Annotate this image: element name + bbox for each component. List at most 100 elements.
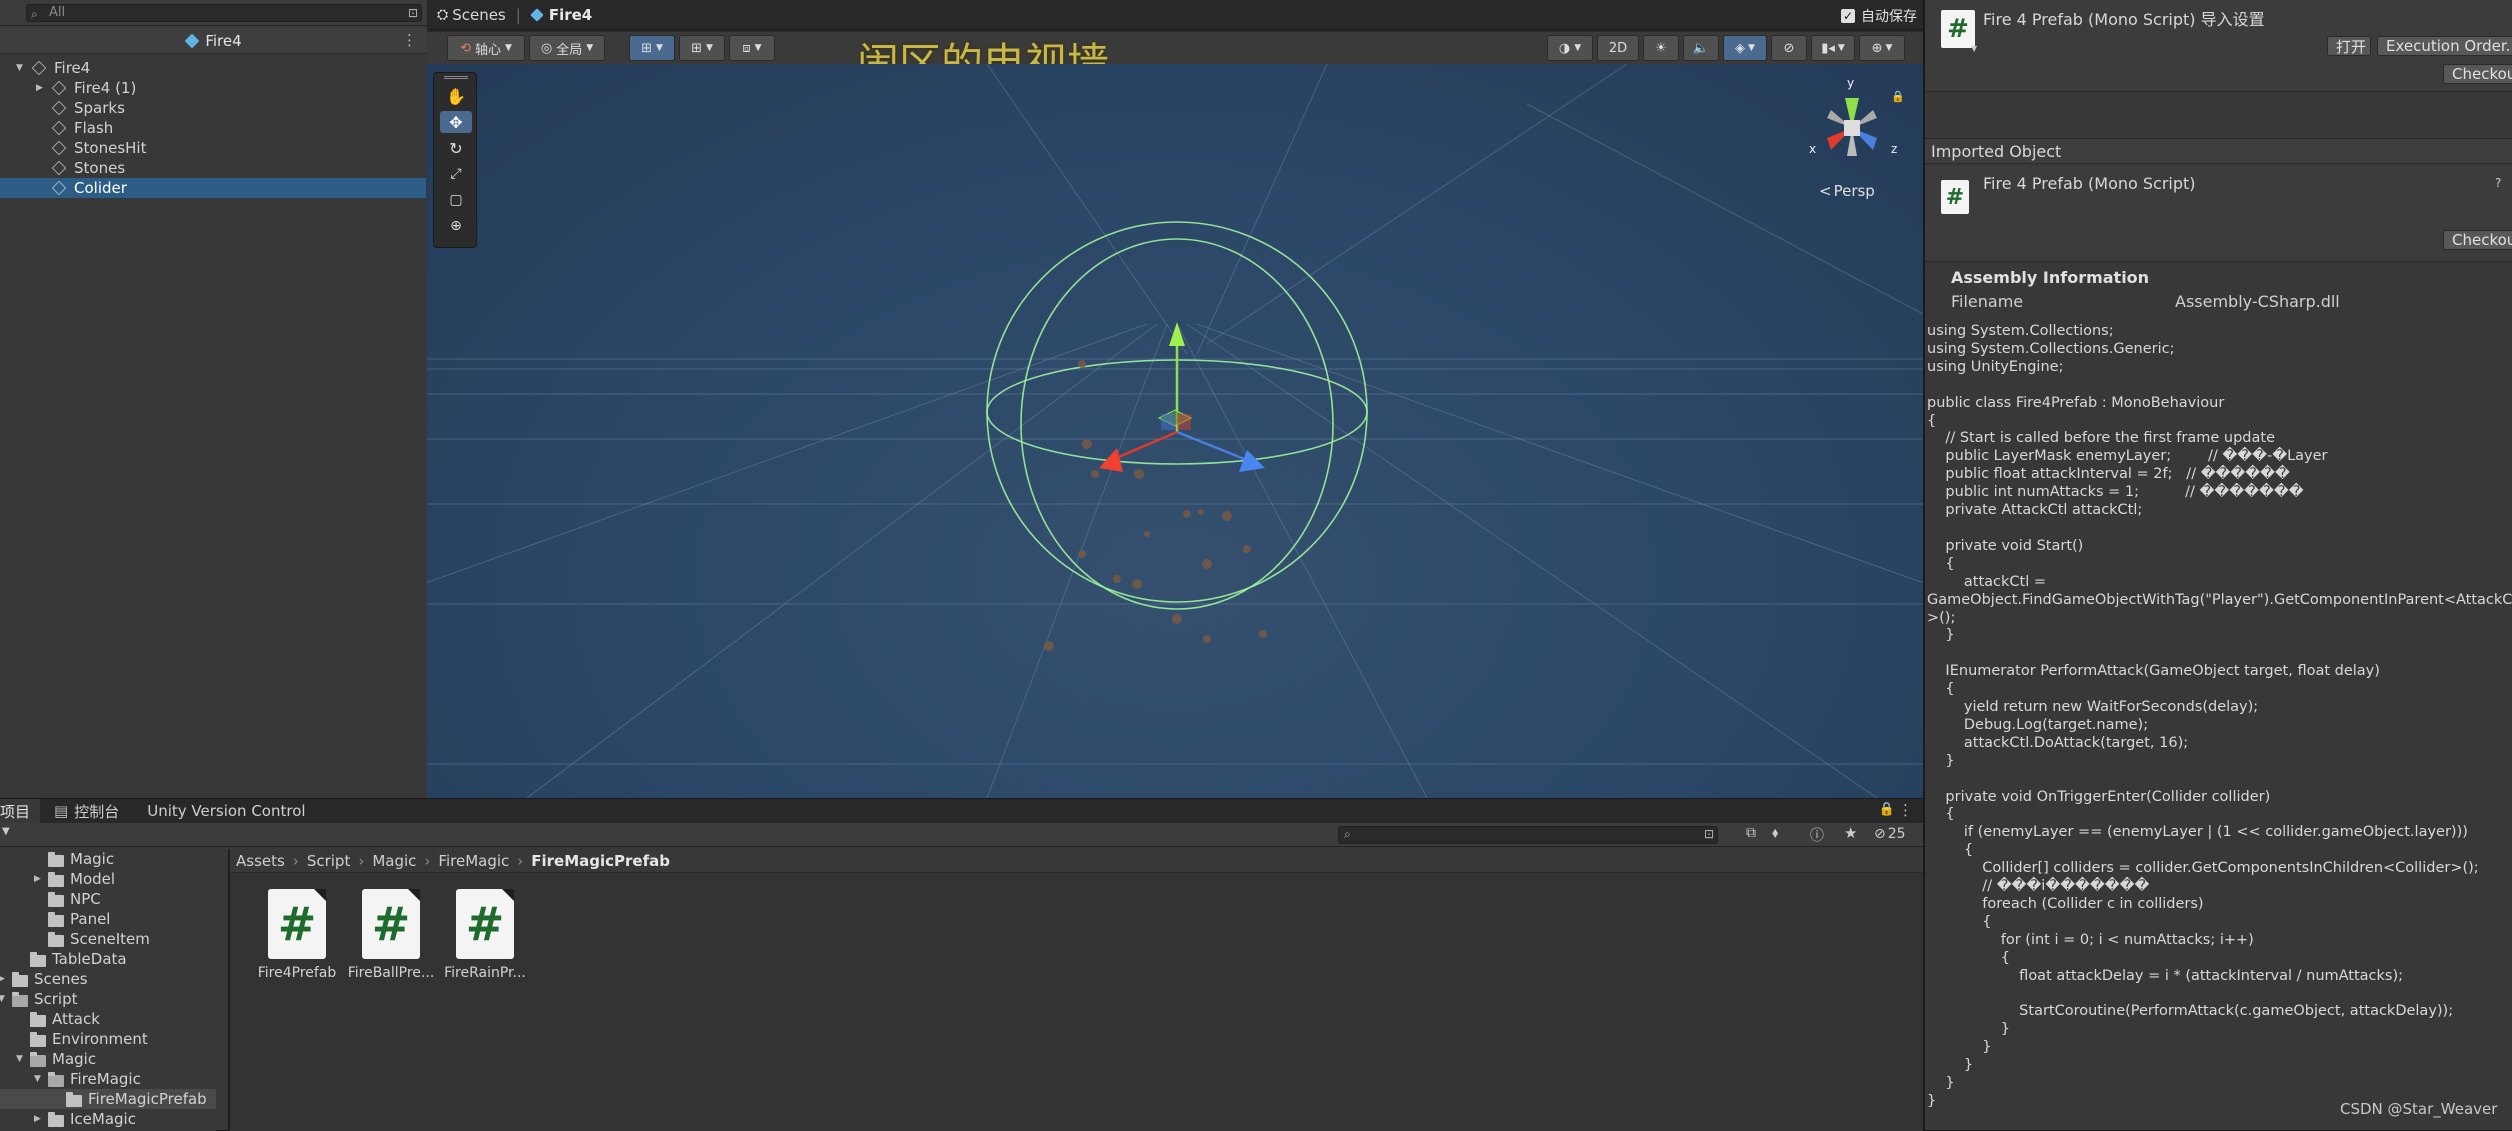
lighting-toggle[interactable]: ☀: [1643, 35, 1679, 61]
scene-visibility-toggle[interactable]: ⊘: [1771, 35, 1807, 61]
camera-dropdown[interactable]: ▮◂ ▼: [1811, 35, 1855, 61]
increment-snap-toggle[interactable]: ⧈ ▼: [729, 35, 775, 61]
chevron-right-icon[interactable]: ▶: [0, 974, 5, 984]
checkout-button[interactable]: Checkout: [2443, 230, 2512, 250]
move-tool-button[interactable]: ✥: [440, 111, 472, 133]
layers-icon: ◈: [1735, 40, 1746, 56]
grid-snap-toggle[interactable]: ⊞ ▼: [629, 35, 675, 61]
asset-item[interactable]: # FireRainPr...: [440, 889, 530, 981]
transform-tool-button[interactable]: ⊕: [440, 215, 472, 237]
folder-tree-item[interactable]: ▶ IceMagic: [0, 1109, 216, 1129]
folder-tree-item[interactable]: ▶ Scenes: [0, 969, 216, 989]
imported-object-section: # Fire 4 Prefab (Mono Script) ? Checkout: [1925, 166, 2512, 262]
hierarchy-search-input[interactable]: ⌕ All ⊡: [26, 4, 422, 22]
filter-by-type-icon[interactable]: ⧉: [1746, 825, 1756, 841]
persp-arrow-icon: <: [1819, 182, 1832, 200]
breadcrumb-item[interactable]: Assets: [236, 852, 285, 870]
hierarchy-item[interactable]: StonesHit: [0, 138, 426, 158]
rotate-tool-button[interactable]: ↻: [440, 137, 472, 159]
folder-tree-item[interactable]: Magic: [0, 849, 216, 869]
scene-menu-icon[interactable]: ⋮: [402, 31, 417, 49]
gameobject-cube-icon: [51, 120, 67, 136]
folder-tree-item[interactable]: ▼ Magic: [0, 1049, 216, 1069]
project-search-input[interactable]: ⌕ ⊡: [1338, 826, 1718, 844]
palette-grip-icon[interactable]: [444, 76, 468, 79]
orientation-gizmo[interactable]: y x z 🔒: [1797, 70, 1907, 180]
transform-icon: ⊕: [450, 218, 462, 234]
gameobject-cube-icon: [51, 180, 67, 196]
autosave-label: 自动保存: [1861, 9, 1917, 25]
folder-tree-item[interactable]: Panel: [0, 909, 216, 929]
create-dropdown-icon[interactable]: ▼: [2, 826, 10, 837]
pivot-label: 轴心: [474, 42, 501, 58]
chevron-down-icon[interactable]: ▼: [16, 1054, 23, 1064]
breadcrumb-current[interactable]: FireMagicPrefab: [531, 852, 670, 870]
help-icon[interactable]: ?: [2495, 176, 2501, 190]
persp-toggle[interactable]: < Persp: [1819, 182, 1875, 200]
hierarchy-scene-header[interactable]: Fire4 ⋮: [0, 28, 427, 54]
draw-mode-dropdown[interactable]: ◑ ▼: [1547, 35, 1593, 61]
folder-tree-label: FireMagicPrefab: [88, 1090, 207, 1108]
asset-item[interactable]: # Fire4Prefab: [252, 889, 342, 981]
hand-tool-button[interactable]: ✋: [440, 85, 472, 107]
folder-tree-item[interactable]: ▶ Model: [0, 869, 216, 889]
global-dropdown[interactable]: ◎ 全局 ▼: [529, 35, 605, 61]
favorite-star-icon[interactable]: ★: [1844, 824, 1857, 842]
folder-tree-item[interactable]: FireMagicPrefab: [0, 1089, 216, 1109]
breadcrumb-item[interactable]: Script: [307, 852, 351, 870]
asset-item[interactable]: # FireBallPre...: [346, 889, 436, 981]
pivot-dropdown[interactable]: ⟲ 轴心 ▼: [447, 35, 525, 61]
2d-toggle[interactable]: 2D: [1597, 35, 1639, 61]
breadcrumb-item[interactable]: FireMagic: [438, 852, 509, 870]
breadcrumb-item[interactable]: Magic: [372, 852, 416, 870]
tab-console[interactable]: ▤ 控制台: [40, 799, 133, 823]
folder-tree-item[interactable]: Environment: [0, 1029, 216, 1049]
lock-icon[interactable]: 🔒: [1879, 802, 1895, 817]
grid-visibility-toggle[interactable]: ⊞ ▼: [679, 35, 725, 61]
hierarchy-item[interactable]: ▶ Fire4 (1): [0, 78, 426, 98]
tab-version-control[interactable]: Unity Version Control: [133, 799, 319, 823]
checkout-button[interactable]: Checkout: [2443, 64, 2512, 84]
chevron-down-icon[interactable]: ▼: [0, 994, 5, 1004]
hidden-packages-toggle[interactable]: ⊘ 25: [1874, 826, 1906, 842]
effects-dropdown[interactable]: ◈ ▼: [1723, 35, 1767, 61]
inspector-title: Fire 4 Prefab (Mono Script) 导入设置: [1983, 10, 2265, 29]
tab-project[interactable]: ▤ 项目: [0, 799, 41, 823]
chevron-down-icon[interactable]: ▼: [34, 1074, 41, 1084]
folder-tree-item[interactable]: TableData: [0, 949, 216, 969]
scale-tool-button[interactable]: ⤢: [440, 163, 472, 185]
lock-icon[interactable]: 🔒: [1891, 90, 1905, 103]
folder-icon: [48, 1072, 64, 1087]
search-filter-icon[interactable]: ⊡: [408, 5, 418, 21]
filter-by-label-icon[interactable]: ⬧: [1772, 825, 1778, 841]
folder-tree-label: Magic: [70, 850, 115, 868]
rect-tool-button[interactable]: ▢: [440, 189, 472, 211]
hierarchy-item[interactable]: Flash: [0, 118, 426, 138]
folder-tree-item[interactable]: SceneItem: [0, 929, 216, 949]
gameobject-cube-icon: [31, 60, 47, 76]
hierarchy-item[interactable]: Colider: [0, 178, 426, 198]
search-filter-icon[interactable]: ⊡: [1704, 827, 1714, 841]
folder-tree-item[interactable]: Attack: [0, 1009, 216, 1029]
open-button[interactable]: 打开: [2327, 36, 2371, 56]
breadcrumb-current-scene[interactable]: Fire4: [549, 6, 592, 24]
chevron-right-icon[interactable]: ▶: [34, 1114, 41, 1124]
gizmos-dropdown[interactable]: ⊕ ▼: [1859, 35, 1905, 61]
scene-viewport[interactable]: ✋ ✥ ↻ ⤢ ▢ ⊕ y x z 🔒 < Persp: [427, 64, 1923, 798]
folder-tree-item[interactable]: ▼ FireMagic: [0, 1069, 216, 1089]
chevron-down-icon[interactable]: ▼: [16, 63, 23, 73]
execution-order-button[interactable]: Execution Order...: [2377, 36, 2512, 56]
audio-toggle[interactable]: 🔈: [1683, 35, 1719, 61]
chevron-right-icon[interactable]: ▶: [34, 874, 41, 884]
panel-menu-icon[interactable]: ⋮: [1898, 801, 1913, 819]
breadcrumb-scenes[interactable]: Scenes: [452, 6, 506, 24]
folder-tree-item[interactable]: NPC: [0, 889, 216, 909]
folder-tree-item[interactable]: ▼ Script: [0, 989, 216, 1009]
hierarchy-item[interactable]: ▼ Fire4: [0, 58, 426, 78]
autosave-checkbox[interactable]: ✓: [1841, 9, 1855, 23]
autosave-toggle[interactable]: ✓ 自动保存: [1841, 6, 1917, 26]
hierarchy-item[interactable]: Stones: [0, 158, 426, 178]
log-info-icon[interactable]: ⓘ: [1810, 825, 1824, 845]
hierarchy-item[interactable]: Sparks: [0, 98, 426, 118]
chevron-right-icon[interactable]: ▶: [36, 83, 43, 93]
